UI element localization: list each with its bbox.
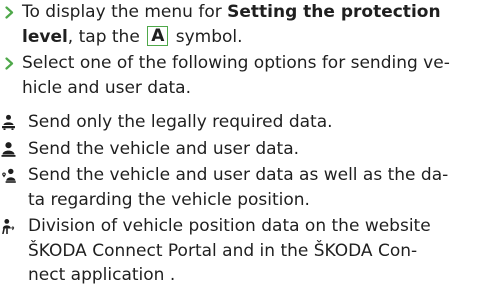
option-position-sharing-line-2: ŠKODA Connect Portal and in the ŠKODA Co… [28,240,418,261]
setting-protection-label-end: level [22,26,68,47]
step-2: Select one of the following options for … [0,51,494,100]
option-vehicle-position-data: Send the vehicle and user data as well a… [0,163,494,212]
option-vehicle-position-data-line-1: Send the vehicle and user data as well a… [28,165,449,185]
option-legal-data: Send only the legally required data. [0,110,494,135]
option-position-sharing-line-3: nect application . [28,265,176,285]
privacy-shield-person-icon [0,113,16,131]
option-position-sharing: Division of vehicle position data on the… [0,214,494,288]
location-person-icon [0,166,16,184]
step-1-text-middle: , tap the [67,26,146,47]
step-1: To display the menu for Setting the prot… [0,0,494,49]
option-list: Send only the legally required data. Sen… [0,110,494,288]
step-bullet-icon [2,51,16,75]
step-1-line-1: To display the menu for Setting the prot… [22,0,494,25]
step-1-text-after: symbol. [170,26,243,47]
step-bullet-icon [2,0,16,24]
option-legal-data-text: Send only the legally required data. [28,112,333,132]
step-2-line-2: hicle and user data. [22,77,191,98]
setting-protection-label: Setting the protection [227,2,441,22]
step-1-line-2: level, tap the A symbol. [22,25,494,50]
option-vehicle-user-data-text: Send the vehicle and user data. [28,138,300,159]
shared-position-icon [0,217,16,235]
option-position-sharing-line-1: Division of vehicle position data on the… [28,216,431,236]
person-icon [0,140,16,158]
option-vehicle-user-data: Send the vehicle and user data. [0,137,494,162]
step-1-text-before: To display the menu for [22,2,228,22]
step-2-line-1: Select one of the following options for … [22,53,450,73]
option-vehicle-position-data-line-2: ta regarding the vehicle position. [28,189,310,210]
symbol-a-icon: A [147,25,169,46]
instruction-document: To display the menu for Setting the prot… [0,0,494,290]
